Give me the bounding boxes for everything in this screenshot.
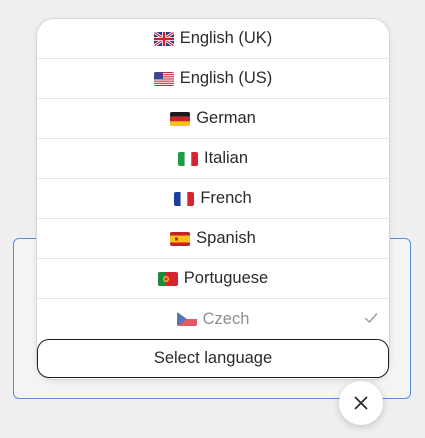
language-label: Spanish bbox=[196, 229, 256, 247]
language-dropdown: English (UK) English (US) German Italian… bbox=[36, 18, 390, 380]
language-option-spanish[interactable]: Spanish bbox=[37, 219, 389, 259]
language-label: English (UK) bbox=[179, 29, 273, 47]
uk-flag-icon bbox=[153, 31, 174, 46]
italy-flag-icon bbox=[177, 151, 198, 166]
language-option-italian[interactable]: Italian bbox=[37, 139, 389, 179]
language-label: German bbox=[196, 109, 256, 127]
language-label: Portuguese bbox=[183, 269, 269, 287]
language-option-english-us[interactable]: English (US) bbox=[37, 59, 389, 99]
language-label: Italian bbox=[203, 149, 249, 167]
germany-flag-icon bbox=[170, 111, 191, 126]
france-flag-icon bbox=[174, 191, 195, 206]
close-icon bbox=[354, 396, 368, 410]
portugal-flag-icon bbox=[157, 271, 178, 286]
language-option-czech[interactable]: Czech bbox=[37, 299, 389, 339]
language-label: French bbox=[200, 189, 252, 207]
close-button[interactable] bbox=[339, 381, 383, 425]
language-option-portuguese[interactable]: Portuguese bbox=[37, 259, 389, 299]
checkmark-icon bbox=[363, 310, 379, 326]
select-language-label: Select language bbox=[153, 349, 273, 367]
select-language-button[interactable]: Select language bbox=[37, 339, 389, 378]
us-flag-icon bbox=[153, 71, 174, 86]
language-picker-screen: English (UK) English (US) German Italian… bbox=[0, 0, 425, 438]
language-option-french[interactable]: French bbox=[37, 179, 389, 219]
language-label: Czech bbox=[202, 309, 250, 328]
czech-flag-icon bbox=[176, 312, 197, 326]
language-option-german[interactable]: German bbox=[37, 99, 389, 139]
spain-flag-icon bbox=[170, 231, 191, 246]
language-label: English (US) bbox=[179, 69, 273, 87]
language-option-english-uk[interactable]: English (UK) bbox=[37, 19, 389, 59]
